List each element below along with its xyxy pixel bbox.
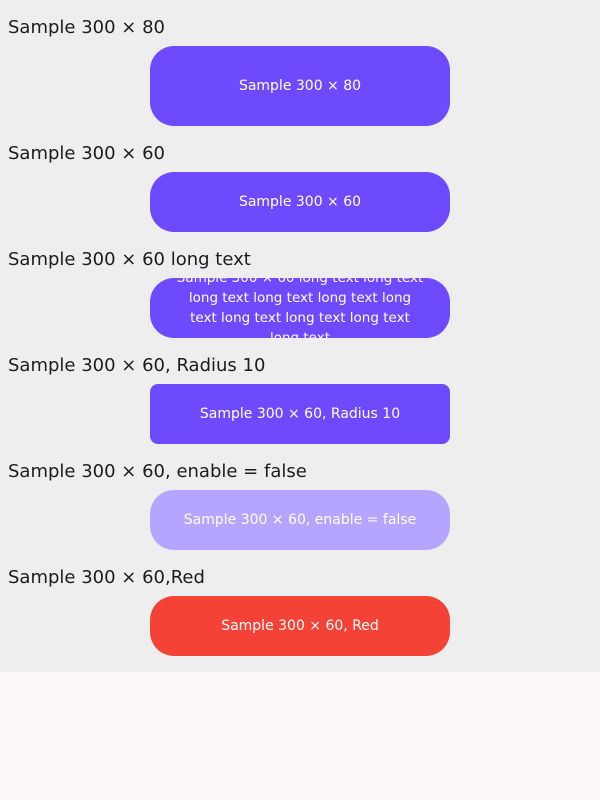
sample-button-disabled: Sample 300 × 60, enable = false <box>150 490 450 550</box>
sample-button-disabled-label: Sample 300 × 60, enable = false <box>183 512 417 528</box>
sample-button-300x80-label: Sample 300 × 80 <box>238 78 362 94</box>
sample-label-red: Sample 300 × 60,Red <box>8 567 205 588</box>
sample-button-300x80[interactable]: Sample 300 × 80 <box>150 46 450 126</box>
sample-label-long-text: Sample 300 × 60 long text <box>8 249 251 270</box>
sample-label-300x60: Sample 300 × 60 <box>8 143 165 164</box>
samples-panel: Sample 300 × 80 Sample 300 × 80 Sample 3… <box>0 0 600 672</box>
sample-button-300x60-label: Sample 300 × 60 <box>238 194 362 210</box>
sample-button-300x60[interactable]: Sample 300 × 60 <box>150 172 450 232</box>
sample-label-radius-10: Sample 300 × 60, Radius 10 <box>8 355 266 376</box>
sample-label-disabled: Sample 300 × 60, enable = false <box>8 461 307 482</box>
sample-button-radius-10-label: Sample 300 × 60, Radius 10 <box>199 406 401 422</box>
sample-button-red-label: Sample 300 × 60, Red <box>221 618 379 634</box>
sample-button-red[interactable]: Sample 300 × 60, Red <box>150 596 450 656</box>
sample-label-300x80: Sample 300 × 80 <box>8 17 165 38</box>
sample-button-long-text-label: Sample 300 × 60 long text long text long… <box>176 278 424 338</box>
sample-button-long-text[interactable]: Sample 300 × 60 long text long text long… <box>150 278 450 338</box>
sample-button-radius-10[interactable]: Sample 300 × 60, Radius 10 <box>150 384 450 444</box>
